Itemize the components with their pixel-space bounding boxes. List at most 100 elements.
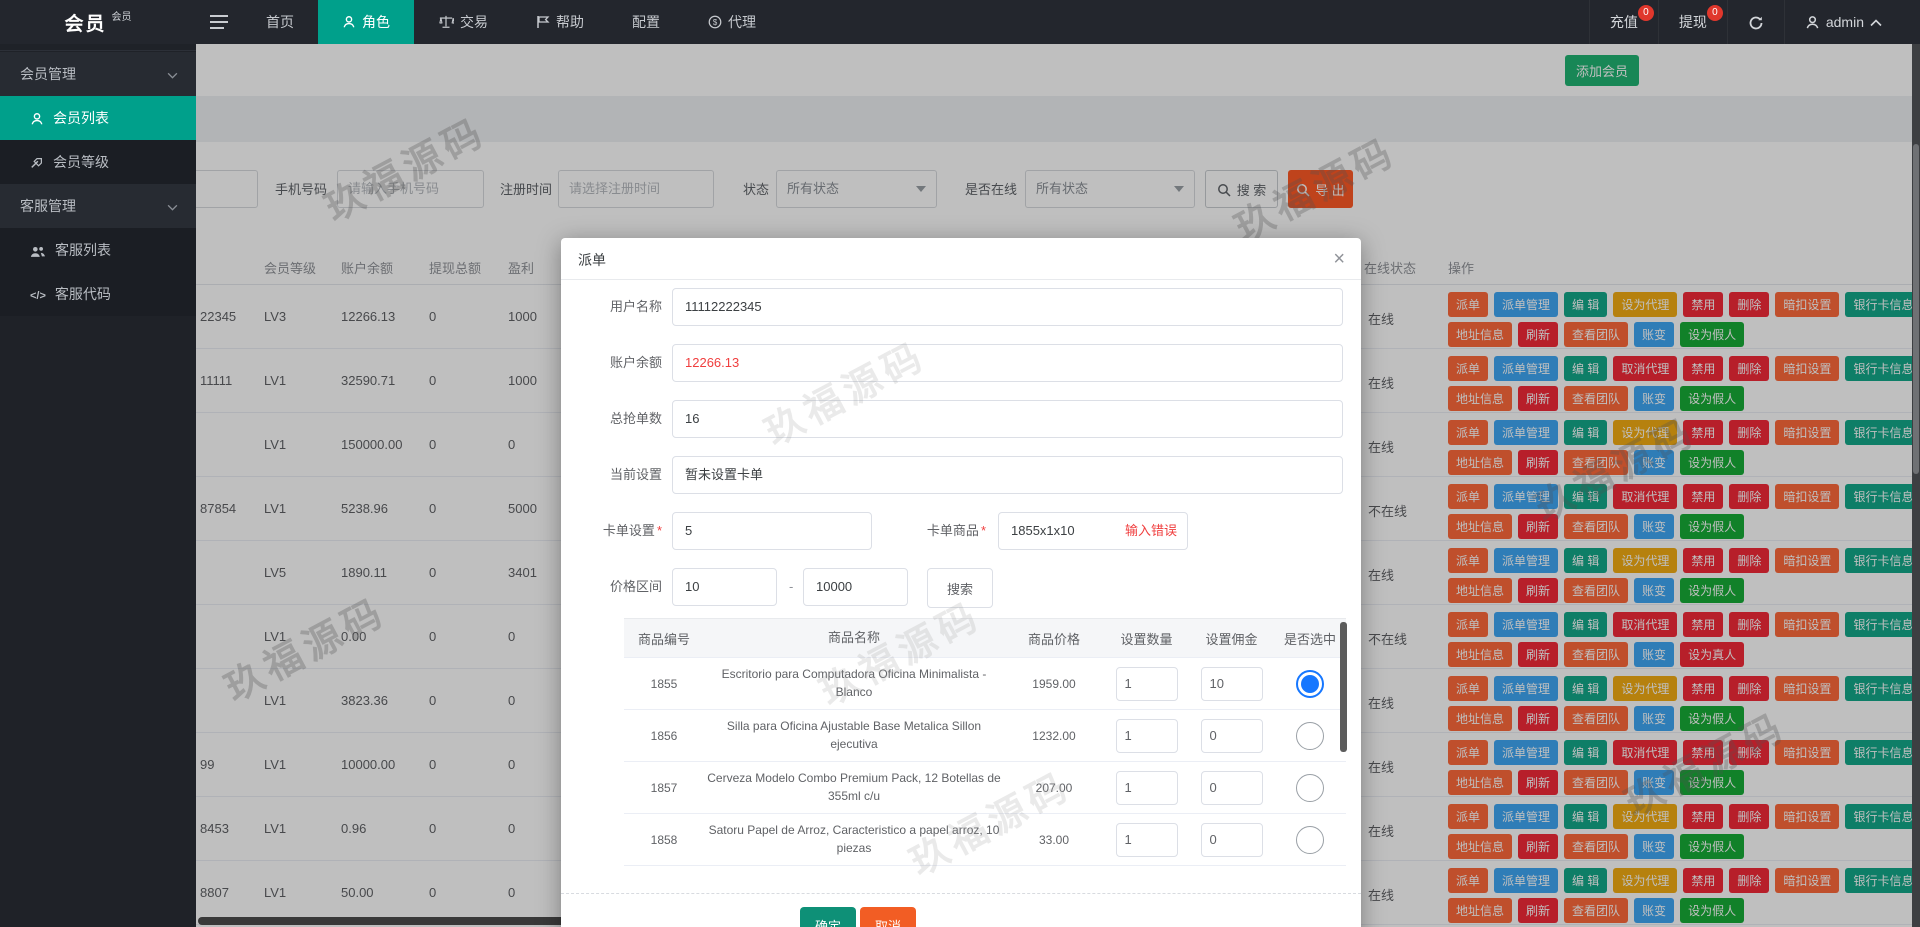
- product-table-scrollbar[interactable]: [1340, 622, 1347, 752]
- sidebar-item-5[interactable]: 客服列表: [0, 228, 196, 272]
- card-goods-label: 卡单商品 *: [926, 523, 986, 538]
- select-cell: [1274, 825, 1346, 854]
- commission-cell: 0: [1189, 718, 1274, 753]
- field-label: 用户名称: [609, 299, 662, 314]
- card-set-input[interactable]: 5: [672, 512, 872, 550]
- caret-up-icon: [1870, 14, 1882, 30]
- flag-icon: [536, 15, 550, 29]
- users-icon: [30, 242, 46, 258]
- commission-input[interactable]: 0: [1200, 718, 1263, 753]
- nav-item-5[interactable]: 配置: [608, 0, 684, 44]
- radio-unselected[interactable]: [1296, 773, 1324, 802]
- modal-footer: 确定 取消: [561, 893, 1361, 927]
- nav-item-1[interactable]: 首页: [242, 0, 318, 44]
- product-price: 33.00: [1038, 832, 1070, 847]
- field-input-1[interactable]: 11112222345: [672, 288, 1343, 326]
- qty-input[interactable]: 1: [1115, 666, 1178, 701]
- close-icon[interactable]: ×: [1333, 246, 1345, 272]
- commission-input[interactable]: 0: [1200, 770, 1263, 805]
- person-icon: [30, 110, 44, 126]
- modal-search-button[interactable]: 搜索: [927, 568, 993, 608]
- sidebar-item-2[interactable]: 会员列表: [0, 96, 196, 140]
- modal-field-row-3: 总抢单数 16: [561, 400, 1361, 438]
- field-label: 账户余额: [609, 355, 662, 370]
- nav-item-2[interactable]: 角色: [318, 0, 414, 44]
- modal-header: 派单 ×: [561, 238, 1361, 280]
- commission-cell: 0: [1189, 770, 1274, 805]
- product-id: 1858: [650, 832, 678, 847]
- card-goods-error: 输入错误: [1124, 523, 1177, 538]
- modal-field-row-2: 账户余额 12266.13: [561, 344, 1361, 382]
- dispatch-modal: 派单 × 用户名称 11112222345 账户余额 12266.13 总抢单数 16 当前…: [561, 238, 1361, 927]
- page-scrollbar-thumb[interactable]: [1913, 144, 1919, 474]
- username: admin: [1825, 14, 1864, 30]
- sidebar-item-1[interactable]: 会员管理: [0, 52, 196, 96]
- page-scrollbar[interactable]: [1912, 44, 1920, 927]
- field-input-3[interactable]: 16: [672, 400, 1343, 438]
- nav-item-6[interactable]: $ 代理: [684, 0, 780, 44]
- withdraw-nav-item[interactable]: 提现 0: [1657, 0, 1727, 44]
- dollar-icon: $: [708, 15, 722, 29]
- nav-item-3[interactable]: 交易: [414, 0, 512, 44]
- cancel-button[interactable]: 取消: [860, 907, 916, 927]
- qty-input[interactable]: 1: [1115, 718, 1178, 753]
- sidebar-item-label: 客服管理: [20, 198, 76, 214]
- commission-cell: 10: [1189, 666, 1274, 701]
- app-logo: 会员 会员: [0, 0, 196, 44]
- top-navbar: 会员 会员 首页 角色 交易 帮助 配置 $ 代理 充值 0 提现 0 admi…: [0, 0, 1920, 44]
- field-label: 当前设置: [609, 467, 662, 482]
- price-range-label: 价格区间: [609, 579, 662, 594]
- qty-input[interactable]: 1: [1115, 770, 1178, 805]
- select-cell: [1274, 669, 1346, 698]
- qty-cell: 1: [1104, 822, 1189, 857]
- nav-item-label: 交易: [460, 14, 488, 30]
- select-cell: [1274, 721, 1346, 750]
- product-row-1: 1855 Escritorio para Computadora Oficina …: [624, 658, 1346, 710]
- radio-selected[interactable]: [1296, 669, 1324, 698]
- radio-unselected[interactable]: [1296, 721, 1324, 750]
- field-label: 总抢单数: [609, 411, 662, 426]
- product-row-2: 1856 Silla para Oficina Ajustable Base Me…: [624, 710, 1346, 762]
- product-price: 1959.00: [1032, 676, 1076, 691]
- sidebar-item-4[interactable]: 客服管理: [0, 184, 196, 228]
- radio-unselected[interactable]: [1296, 825, 1324, 854]
- product-name: Cerveza Modelo Combo Premium Pack, 12 Bo…: [707, 771, 1001, 803]
- user-menu[interactable]: admin: [1783, 0, 1902, 44]
- refresh-button[interactable]: [1726, 0, 1784, 44]
- product-header-6: 是否选中: [1283, 631, 1336, 647]
- hamburger-icon[interactable]: [196, 0, 242, 44]
- field-input-4[interactable]: 暂未设置卡单: [672, 456, 1343, 494]
- nav-item-label: 配置: [632, 14, 660, 30]
- field-input-2[interactable]: 12266.13: [672, 344, 1343, 382]
- navbar-right: 充值 0 提现 0 admin: [1588, 0, 1920, 44]
- qty-input[interactable]: 1: [1115, 822, 1178, 857]
- price-range-row: 价格区间 10 - 10000 搜索: [561, 568, 1361, 608]
- nav-item-4[interactable]: 帮助: [512, 0, 608, 44]
- sidebar-item-6[interactable]: </> 客服代码: [0, 272, 196, 316]
- product-row-3: 1857 Cerveza Modelo Combo Premium Pack, 1…: [624, 762, 1346, 814]
- person-icon: [342, 15, 356, 29]
- withdraw-badge: 0: [1706, 5, 1723, 21]
- qty-cell: 1: [1104, 718, 1189, 753]
- qty-cell: 1: [1104, 770, 1189, 805]
- confirm-button[interactable]: 确定: [800, 907, 856, 927]
- card-goods-input[interactable]: 1855x1x10 输入错误: [998, 512, 1188, 550]
- commission-cell: 0: [1189, 822, 1274, 857]
- recharge-nav-item[interactable]: 充值 0: [1588, 0, 1658, 44]
- commission-input[interactable]: 10: [1200, 666, 1263, 701]
- sidebar-item-3[interactable]: 会员等级: [0, 140, 196, 184]
- price-dash: -: [789, 579, 794, 594]
- product-table-header: 商品编号 商品名称 商品价格 设置数量 设置佣金 是否选中: [624, 618, 1346, 658]
- app-root: 会员 会员 首页 角色 交易 帮助 配置 $ 代理 充值 0 提现 0 admi…: [0, 0, 1920, 927]
- commission-input[interactable]: 0: [1200, 822, 1263, 857]
- recharge-label: 充值: [1609, 14, 1638, 30]
- scales-icon: [438, 15, 454, 29]
- logo-text: 会员: [64, 13, 107, 35]
- code-icon: </>: [30, 290, 46, 302]
- price-max-input[interactable]: 10000: [803, 568, 908, 606]
- product-header-5: 设置佣金: [1205, 631, 1258, 647]
- nav-item-label: 帮助: [556, 14, 584, 30]
- price-min-input[interactable]: 10: [672, 568, 777, 606]
- nav-item-label: 代理: [728, 14, 756, 30]
- product-id: 1856: [650, 728, 678, 743]
